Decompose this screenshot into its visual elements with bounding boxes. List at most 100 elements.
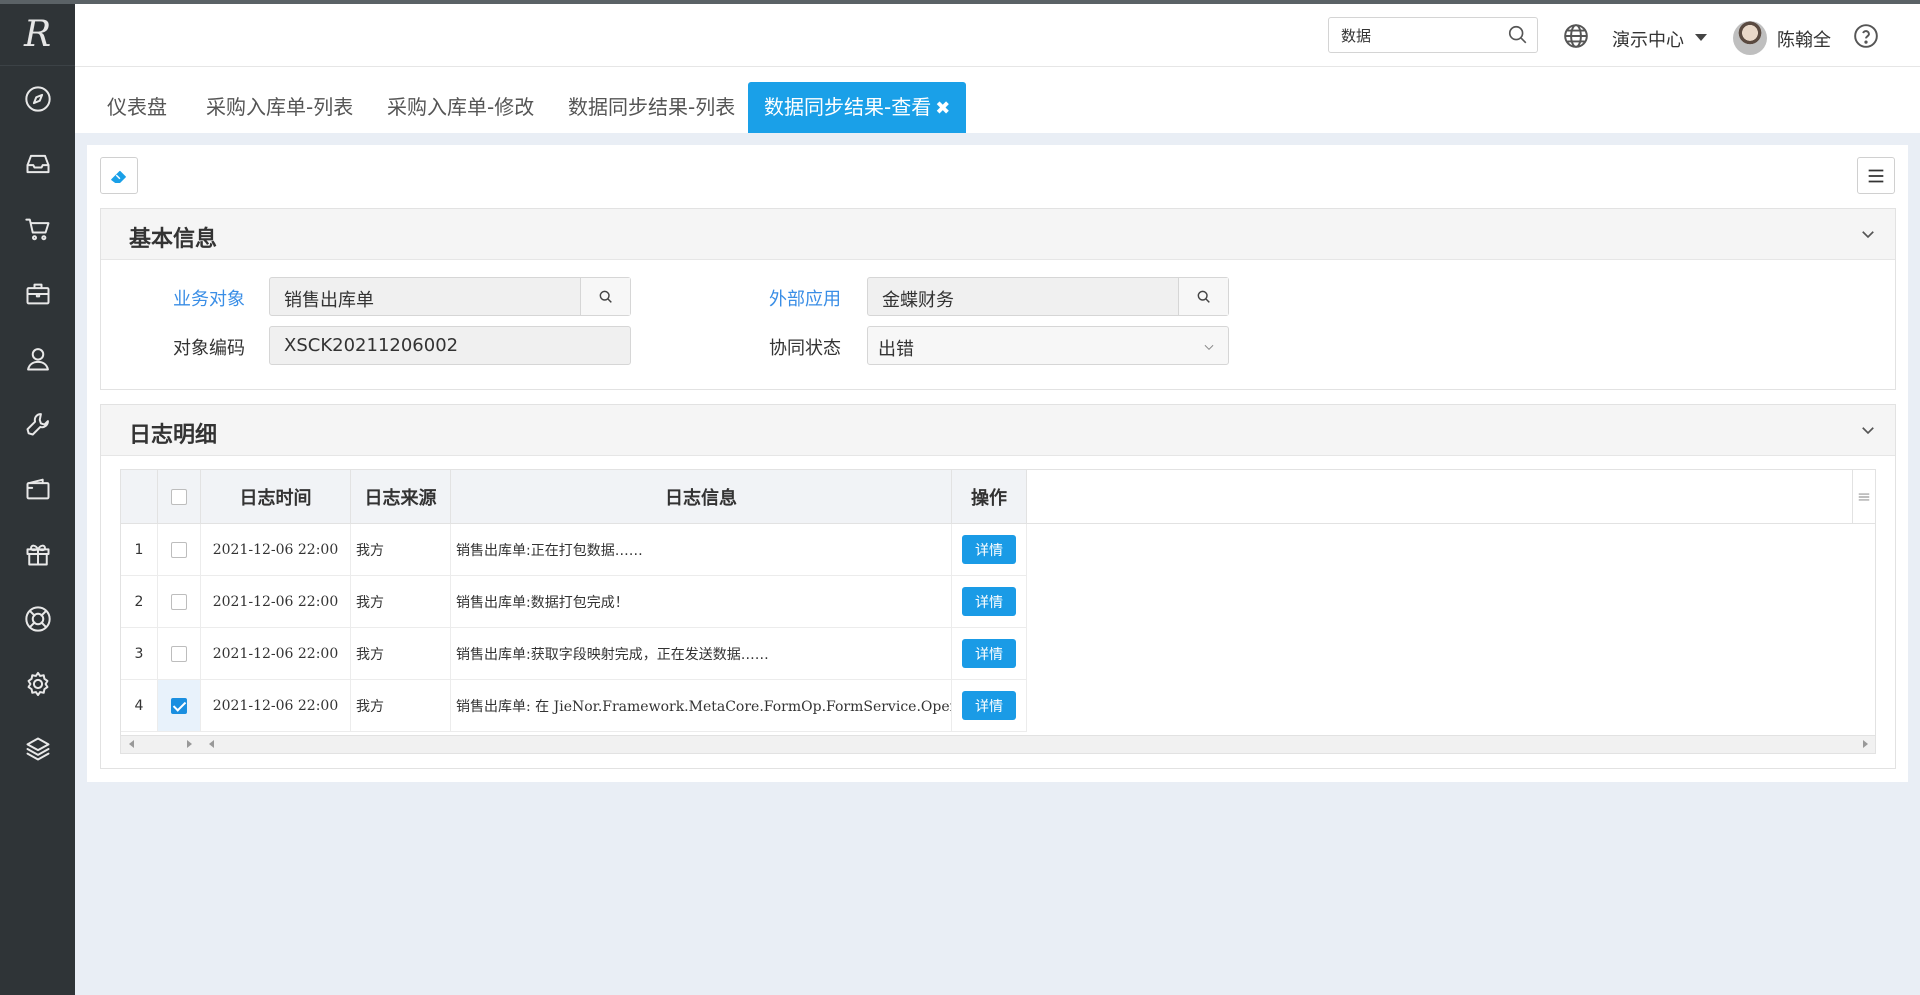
wrench-icon[interactable] bbox=[0, 391, 75, 456]
row-number-header bbox=[121, 470, 158, 524]
log-table: 日志时间 日志来源 日志信息 操作 1 2021-12-06 22:00 我方 … bbox=[120, 469, 1876, 754]
external-app-search-button[interactable] bbox=[1178, 278, 1228, 315]
scroll-right-icon[interactable] bbox=[187, 740, 192, 748]
log-time: 2021-12-06 22:00 bbox=[201, 524, 351, 576]
object-code-label: 对象编码 bbox=[173, 338, 245, 359]
chevron-down-icon bbox=[1202, 339, 1216, 353]
globe-icon[interactable] bbox=[1563, 23, 1589, 49]
action-cell: 详情 bbox=[952, 524, 1027, 576]
tab-dashboard[interactable]: 仪表盘 bbox=[91, 82, 183, 133]
select-all-cell[interactable] bbox=[158, 470, 201, 524]
column-header-action: 操作 bbox=[952, 470, 1027, 524]
external-app-label: 外部应用 bbox=[769, 289, 841, 310]
log-info: 销售出库单:获取字段映射完成，正在发送数据…… bbox=[451, 628, 952, 680]
column-header-time[interactable]: 日志时间 bbox=[201, 470, 351, 524]
row-checkbox-cell[interactable] bbox=[158, 628, 201, 680]
menu-button[interactable] bbox=[1857, 157, 1895, 194]
gear-icon[interactable] bbox=[0, 651, 75, 716]
external-app-field[interactable]: 金蝶财务 bbox=[867, 277, 1229, 316]
inbox-icon[interactable] bbox=[0, 131, 75, 196]
compass-icon[interactable] bbox=[0, 66, 75, 131]
row-checkbox-cell[interactable] bbox=[158, 524, 201, 576]
log-detail-panel: 日志明细 日志时间 日志来源 日志信息 操作 1 2021-12-06 22:0… bbox=[100, 404, 1896, 769]
row-number: 4 bbox=[121, 680, 158, 732]
basic-info-panel: 基本信息 业务对象 销售出库单 外部应用 金蝶财务 对象编码 XSCK20211… bbox=[100, 208, 1896, 390]
tab-sync-result-list[interactable]: 数据同步结果-列表 bbox=[552, 82, 751, 133]
business-object-value: 销售出库单 bbox=[284, 290, 374, 311]
gift-icon[interactable] bbox=[0, 521, 75, 586]
chevron-down-icon[interactable] bbox=[1695, 34, 1707, 41]
detail-button[interactable]: 详情 bbox=[962, 535, 1016, 564]
sync-status-label: 协同状态 bbox=[769, 338, 841, 359]
clear-button[interactable] bbox=[100, 157, 138, 194]
log-source: 我方 bbox=[351, 628, 451, 680]
row-number: 3 bbox=[121, 628, 158, 680]
hamburger-icon bbox=[1868, 169, 1884, 182]
log-time: 2021-12-06 22:00 bbox=[201, 680, 351, 732]
sync-status-select[interactable]: 出错 bbox=[867, 326, 1229, 365]
search-icon bbox=[599, 290, 612, 303]
object-code-value: XSCK20211206002 bbox=[284, 335, 459, 356]
select-all-checkbox[interactable] bbox=[171, 488, 187, 505]
row-checkbox-cell[interactable] bbox=[158, 680, 201, 732]
row-checkbox[interactable] bbox=[171, 645, 187, 662]
search-icon bbox=[1197, 290, 1210, 303]
center-selector[interactable]: 演示中心 bbox=[1612, 26, 1684, 52]
horizontal-scrollbar[interactable] bbox=[121, 735, 1875, 753]
log-time: 2021-12-06 22:00 bbox=[201, 628, 351, 680]
action-cell: 详情 bbox=[952, 576, 1027, 628]
log-time: 2021-12-06 22:00 bbox=[201, 576, 351, 628]
layers-icon[interactable] bbox=[0, 716, 75, 781]
row-checkbox[interactable] bbox=[171, 541, 187, 558]
panel-title: 日志明细 bbox=[129, 423, 218, 448]
log-info: 销售出库单:数据打包完成！ bbox=[451, 576, 952, 628]
briefcase-icon[interactable] bbox=[0, 261, 75, 326]
content-area: 基本信息 业务对象 销售出库单 外部应用 金蝶财务 对象编码 XSCK20211… bbox=[87, 145, 1908, 782]
user-icon[interactable] bbox=[0, 326, 75, 391]
log-source: 我方 bbox=[351, 524, 451, 576]
avatar[interactable] bbox=[1733, 21, 1767, 55]
close-icon[interactable]: ✖ bbox=[935, 98, 950, 119]
action-cell: 详情 bbox=[952, 628, 1027, 680]
log-info: 销售出库单:正在打包数据…… bbox=[451, 524, 952, 576]
column-header-info[interactable]: 日志信息 bbox=[451, 470, 952, 524]
action-cell: 详情 bbox=[952, 680, 1027, 732]
top-header: 演示中心 陈翰全 bbox=[75, 0, 1920, 67]
chevron-down-icon[interactable] bbox=[1859, 225, 1877, 243]
help-icon[interactable] bbox=[1853, 23, 1879, 49]
row-checkbox-cell[interactable] bbox=[158, 576, 201, 628]
object-code-field[interactable]: XSCK20211206002 bbox=[269, 326, 631, 365]
detail-button[interactable]: 详情 bbox=[962, 691, 1016, 720]
empty-header-area bbox=[1027, 470, 1853, 524]
search-input[interactable] bbox=[1329, 18, 1499, 52]
business-object-label: 业务对象 bbox=[173, 289, 245, 310]
basic-info-header[interactable]: 基本信息 bbox=[101, 209, 1895, 260]
scroll-left-icon[interactable] bbox=[129, 740, 134, 748]
tab-purchase-edit[interactable]: 采购入库单-修改 bbox=[371, 82, 550, 133]
cart-icon[interactable] bbox=[0, 196, 75, 261]
row-checkbox[interactable] bbox=[171, 593, 187, 610]
lifebuoy-icon[interactable] bbox=[0, 586, 75, 651]
row-checkbox[interactable] bbox=[171, 697, 187, 714]
detail-button[interactable]: 详情 bbox=[962, 639, 1016, 668]
business-object-field[interactable]: 销售出库单 bbox=[269, 277, 631, 316]
scroll-left-icon[interactable] bbox=[209, 740, 214, 748]
app-logo[interactable]: R bbox=[0, 4, 75, 66]
sync-status-value: 出错 bbox=[878, 339, 914, 360]
business-object-search-button[interactable] bbox=[580, 278, 630, 315]
column-menu-icon[interactable] bbox=[1853, 470, 1875, 524]
global-search[interactable] bbox=[1328, 17, 1538, 53]
tab-sync-result-view[interactable]: 数据同步结果-查看 ✖ bbox=[748, 82, 967, 133]
wallet-icon[interactable] bbox=[0, 456, 75, 521]
column-header-source[interactable]: 日志来源 bbox=[351, 470, 451, 524]
tab-label: 数据同步结果-查看 bbox=[764, 95, 932, 119]
user-name[interactable]: 陈翰全 bbox=[1777, 26, 1831, 52]
search-icon[interactable] bbox=[1507, 24, 1529, 46]
scroll-right-icon[interactable] bbox=[1863, 740, 1868, 748]
chevron-down-icon[interactable] bbox=[1859, 421, 1877, 439]
tab-purchase-list[interactable]: 采购入库单-列表 bbox=[190, 82, 369, 133]
eraser-icon bbox=[111, 170, 126, 183]
detail-button[interactable]: 详情 bbox=[962, 587, 1016, 616]
log-detail-header[interactable]: 日志明细 bbox=[101, 405, 1895, 456]
row-number: 2 bbox=[121, 576, 158, 628]
